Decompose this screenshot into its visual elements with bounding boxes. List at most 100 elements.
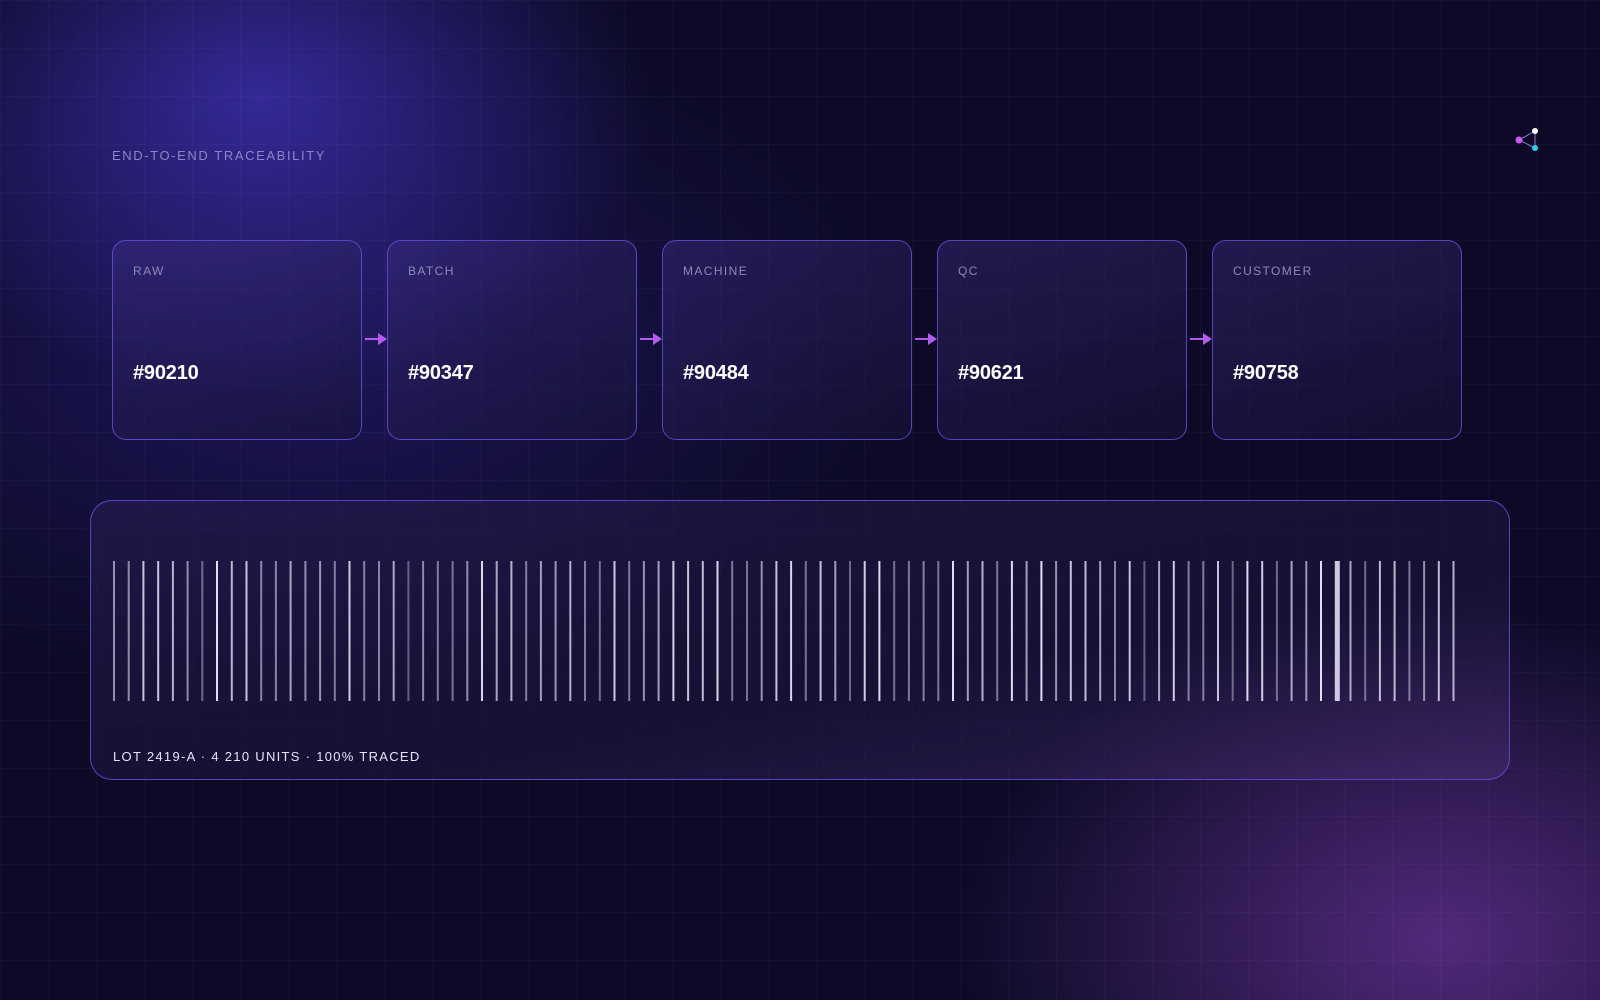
stage-label: MACHINE	[683, 264, 749, 278]
barcode-stripe	[642, 561, 645, 701]
barcode-stripe	[157, 561, 160, 701]
arrow-right-icon	[1190, 333, 1212, 345]
stage-id: #90347	[408, 362, 474, 384]
barcode-stripe	[952, 561, 954, 701]
barcode-stripe	[201, 561, 204, 701]
barcode-stripe	[1334, 561, 1340, 701]
barcode-stripe	[451, 561, 454, 701]
barcode-stripe	[1069, 561, 1072, 701]
barcode-stripe	[333, 561, 336, 701]
barcode-stripe	[746, 561, 748, 701]
barcode-stripe	[716, 561, 719, 701]
barcode-stripe	[731, 561, 734, 701]
barcode-stripe	[657, 561, 660, 701]
barcode-stripe	[392, 561, 395, 701]
barcode-stripe	[613, 561, 616, 701]
barcode-stripe	[539, 561, 542, 701]
barcode-stripe	[819, 561, 822, 701]
barcode-stripe	[510, 561, 513, 701]
arrow-right-icon	[365, 333, 387, 345]
barcode-stripe	[775, 561, 778, 701]
barcode-stripe	[304, 561, 307, 701]
barcode-stripe	[554, 561, 557, 701]
barcode-stripe	[701, 561, 704, 701]
barcode-stripe	[760, 561, 763, 701]
barcode-stripe	[1099, 561, 1102, 701]
barcode-stripe	[937, 561, 940, 701]
stage-card-raw[interactable]: RAW #90210	[112, 240, 362, 440]
barcode-stripe	[1143, 561, 1146, 701]
barcode-stripe	[922, 561, 925, 701]
barcode-stripe	[1040, 561, 1043, 701]
barcode-stripe	[672, 561, 675, 701]
barcode-stripe	[598, 561, 601, 701]
barcode-stripe	[171, 561, 174, 701]
barcode-stripe	[804, 561, 807, 701]
barcode-stripe	[1408, 561, 1411, 701]
barcode-stripe	[1187, 561, 1190, 701]
barcode-stripe	[142, 561, 145, 701]
barcode-stripe	[260, 561, 263, 701]
stage-card-batch[interactable]: BATCH #90347	[387, 240, 637, 440]
stage-card-customer[interactable]: CUSTOMER #90758	[1212, 240, 1462, 440]
barcode-stripe	[186, 561, 189, 701]
barcode-stripe	[1172, 561, 1175, 701]
section-eyebrow: END-TO-END TRACEABILITY	[112, 148, 327, 163]
barcode-stripe	[1275, 561, 1278, 701]
barcode-stripe	[289, 561, 292, 701]
barcode-stripe	[893, 561, 896, 701]
barcode-stripe	[878, 561, 881, 701]
barcode-stripe	[216, 561, 218, 701]
barcode-stripe	[863, 561, 866, 701]
barcode-stripe	[1290, 561, 1293, 701]
barcode-stripe	[319, 561, 322, 701]
barcode-stripe	[436, 561, 439, 701]
barcode-stripe	[1452, 561, 1455, 701]
barcode-stripe	[466, 561, 469, 701]
stage-card-machine[interactable]: MACHINE #90484	[662, 240, 912, 440]
arrow-right-icon	[640, 333, 662, 345]
barcode-stripe	[584, 561, 586, 701]
barcode-stripe	[1305, 561, 1308, 701]
barcode-stripe	[849, 561, 851, 701]
lot-barcode-panel[interactable]: LOT 2419-A · 4 210 UNITS · 100% TRACED	[90, 500, 1510, 780]
stage-card-qc[interactable]: QC #90621	[937, 240, 1187, 440]
barcode-stripe	[1010, 561, 1013, 701]
barcode-stripe	[378, 561, 380, 701]
barcode-stripe	[525, 561, 528, 701]
barcode-stripe	[1217, 561, 1219, 701]
barcode-stripe	[230, 561, 233, 701]
share-nodes-icon[interactable]	[1514, 126, 1540, 152]
barcode-stripe	[274, 561, 277, 701]
barcode-stripe	[1202, 561, 1205, 701]
stage-id: #90621	[958, 362, 1024, 384]
barcode-stripe	[1423, 561, 1426, 701]
barcode-stripe	[245, 561, 248, 701]
barcode-stripe	[113, 561, 115, 701]
barcode-stripe	[966, 561, 969, 701]
lot-barcode	[113, 561, 1455, 701]
lot-caption: LOT 2419-A · 4 210 UNITS · 100% TRACED	[113, 749, 421, 764]
barcode-stripe	[1084, 561, 1087, 701]
barcode-stripe	[481, 561, 483, 701]
barcode-stripe	[1261, 561, 1264, 701]
stage-label: QC	[958, 264, 979, 278]
barcode-stripe	[687, 561, 690, 701]
barcode-stripe	[422, 561, 425, 701]
barcode-stripe	[363, 561, 366, 701]
barcode-stripe	[996, 561, 999, 701]
barcode-stripe	[1231, 561, 1234, 701]
stage-id: #90758	[1233, 362, 1299, 384]
barcode-stripe	[1025, 561, 1028, 701]
barcode-stripe	[1055, 561, 1058, 701]
barcode-stripe	[127, 561, 130, 701]
barcode-stripe	[1393, 561, 1396, 701]
arrow-right-icon	[915, 333, 937, 345]
stage-id: #90210	[133, 362, 199, 384]
barcode-stripe	[569, 561, 572, 701]
barcode-stripe	[981, 561, 984, 701]
barcode-stripe	[1128, 561, 1131, 701]
barcode-stripe	[628, 561, 631, 701]
barcode-stripe	[1114, 561, 1116, 701]
stage-label: BATCH	[408, 264, 455, 278]
